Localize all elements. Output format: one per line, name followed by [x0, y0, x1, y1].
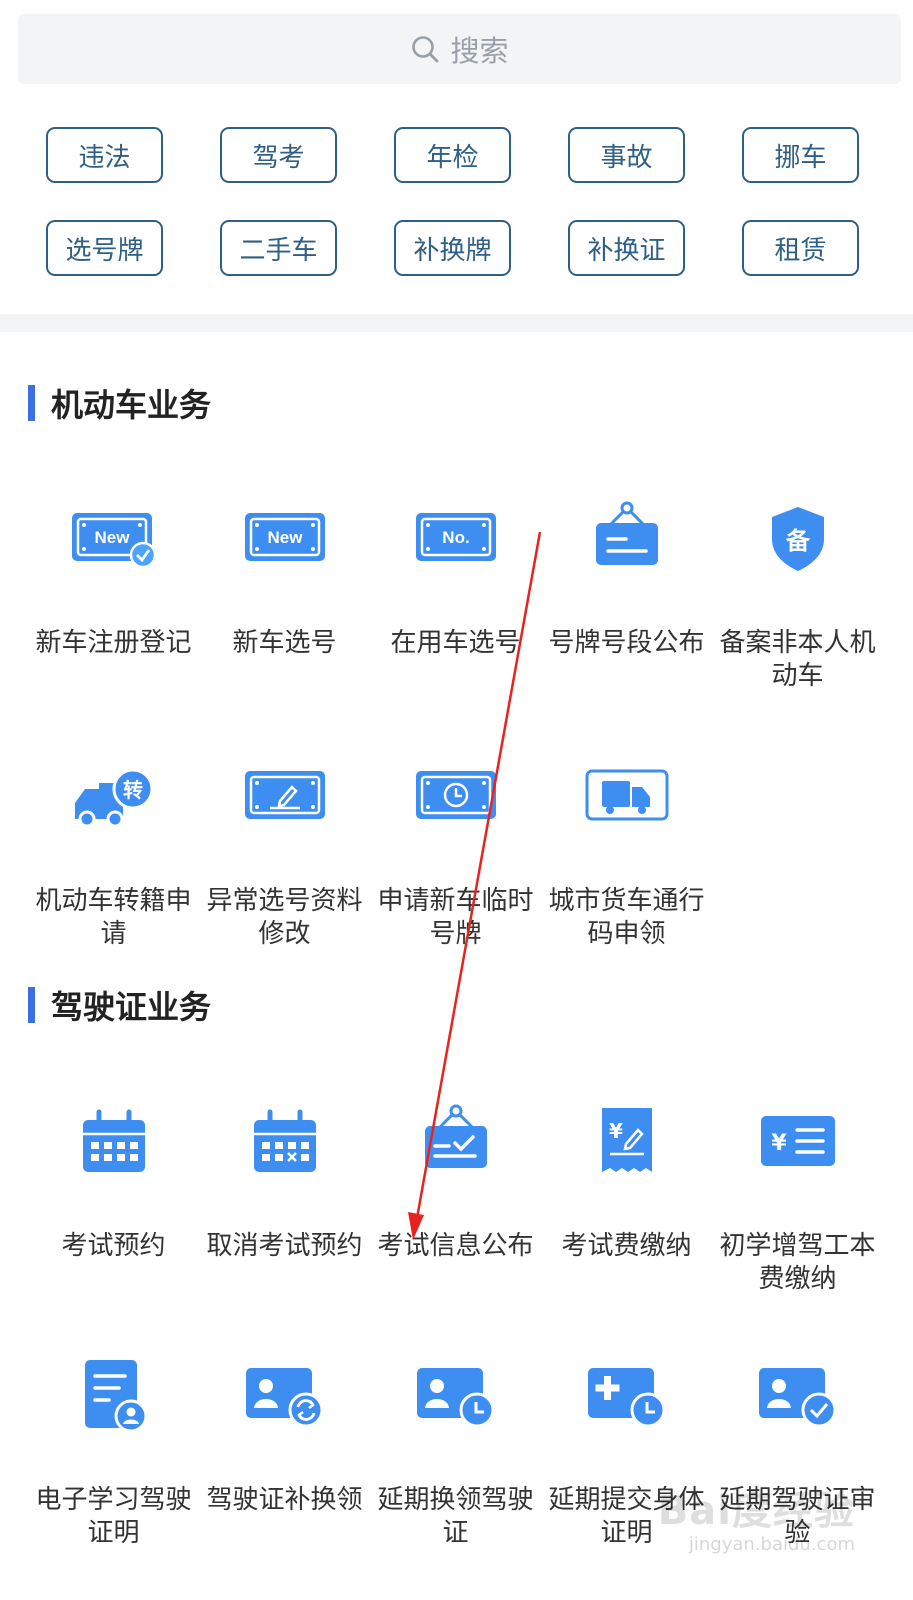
board-check-icon [411, 1098, 501, 1188]
service-exam-info-publish[interactable]: 考试信息公布 [370, 1098, 541, 1296]
watermark-logo: Bai度经验 [657, 1488, 855, 1534]
service-vehicle-transfer[interactable]: 转 机动车转籍申请 [28, 753, 199, 951]
service-label: 考试费缴纳 [561, 1231, 692, 1261]
service-label: 考试预约 [61, 1231, 166, 1261]
quick-tag-zulin[interactable]: 租赁 [742, 220, 859, 276]
baidu-watermark: Bai度经验 jingyan.baidu.com [658, 1478, 855, 1555]
service-label: 异常选号资料修改 [206, 886, 363, 949]
service-label: 备案非本人机动车 [719, 628, 876, 691]
watermark-url: jingyan.baidu.com [688, 1534, 855, 1555]
service-used-car-number[interactable]: No. 在用车选号 [370, 495, 541, 693]
section-divider [0, 314, 913, 332]
svg-text:New: New [94, 528, 130, 547]
service-label: 延期换领驾驶证 [377, 1485, 534, 1548]
quick-tag-shigu[interactable]: 事故 [568, 127, 685, 183]
section-title-text: 驾驶证业务 [51, 988, 212, 1026]
section-title-license: 驾驶证业务 [28, 986, 211, 1026]
hanging-board-icon [582, 495, 672, 585]
service-label: 驾驶证补换领 [206, 1485, 363, 1515]
shield-record-icon: 备 [753, 495, 843, 585]
plate-clock-icon [411, 753, 501, 843]
service-register-nonowner-vehicle[interactable]: 备 备案非本人机动车 [712, 495, 883, 693]
service-label: 机动车转籍申请 [35, 886, 192, 949]
service-license-renewal-delay[interactable]: 延期换领驾驶证 [370, 1352, 541, 1550]
quick-tag-weifa[interactable]: 违法 [46, 127, 163, 183]
service-label: 考试信息公布 [377, 1231, 534, 1261]
search-icon [412, 36, 439, 63]
service-label: 在用车选号 [390, 628, 521, 658]
service-license-reissue[interactable]: 驾驶证补换领 [199, 1352, 370, 1550]
plate-edit-icon [240, 753, 330, 843]
service-label: 新车注册登记 [35, 628, 192, 658]
search-placeholder: 搜索 [450, 34, 509, 68]
service-exam-cancel[interactable]: 取消考试预约 [199, 1098, 370, 1296]
svg-text:New: New [267, 528, 303, 547]
svg-text:¥: ¥ [771, 1131, 787, 1156]
service-label: 城市货车通行码申领 [548, 886, 705, 949]
title-accent-bar [28, 987, 35, 1023]
calendar-icon [69, 1098, 159, 1188]
quick-tag-buhuanzheng[interactable]: 补换证 [568, 220, 685, 276]
license-swap-icon [240, 1352, 330, 1442]
calendar-cancel-icon [240, 1098, 330, 1188]
quick-tag-grid: 违法 驾考 年检 事故 挪车 选号牌 二手车 补换牌 补换证 租赁 [46, 127, 859, 276]
service-exam-fee-payment[interactable]: ¥ 考试费缴纳 [541, 1098, 712, 1296]
service-truck-pass-code[interactable]: 城市货车通行码申领 [541, 753, 712, 951]
service-exam-booking[interactable]: 考试预约 [28, 1098, 199, 1296]
fee-list-icon: ¥ [753, 1098, 843, 1188]
quick-tag-nianjian[interactable]: 年检 [394, 127, 511, 183]
section-title-vehicle: 机动车业务 [28, 384, 211, 424]
new-plate-check-icon: New [69, 495, 159, 585]
section-title-text: 机动车业务 [51, 386, 212, 424]
service-new-car-register[interactable]: New 新车注册登记 [28, 495, 199, 693]
service-learner-fee-payment[interactable]: ¥ 初学增驾工本费缴纳 [712, 1098, 883, 1296]
new-plate-icon: New [240, 495, 330, 585]
svg-text:No.: No. [442, 528, 469, 547]
service-abnormal-number-edit[interactable]: 异常选号资料修改 [199, 753, 370, 951]
service-new-car-number[interactable]: New 新车选号 [199, 495, 370, 693]
quick-tag-nuoche[interactable]: 挪车 [742, 127, 859, 183]
service-label: 号牌号段公布 [548, 628, 705, 658]
service-electronic-study-proof[interactable]: 电子学习驾驶证明 [28, 1352, 199, 1550]
service-label: 申请新车临时号牌 [377, 886, 534, 949]
document-user-icon [69, 1352, 159, 1442]
service-label: 取消考试预约 [206, 1231, 363, 1261]
service-label: 初学增驾工本费缴纳 [719, 1231, 876, 1294]
vehicle-service-grid: New 新车注册登记 New 新车选号 No. 在用车选号 号牌号段公布 备 备… [28, 495, 896, 951]
truck-pass-icon [582, 753, 672, 843]
fee-receipt-icon: ¥ [582, 1098, 672, 1188]
number-plate-icon: No. [411, 495, 501, 585]
svg-text:¥: ¥ [609, 1119, 623, 1143]
svg-text:备: 备 [785, 527, 811, 555]
service-plate-range-publish[interactable]: 号牌号段公布 [541, 495, 712, 693]
quick-tag-xuanhaopai[interactable]: 选号牌 [46, 220, 163, 276]
service-temp-plate-apply[interactable]: 申请新车临时号牌 [370, 753, 541, 951]
quick-tag-jiakao[interactable]: 驾考 [220, 127, 337, 183]
license-check-icon [753, 1352, 843, 1442]
title-accent-bar [28, 385, 35, 421]
search-bar[interactable]: 搜索 [18, 14, 901, 84]
license-clock-icon [411, 1352, 501, 1442]
quick-tag-ershouche[interactable]: 二手车 [220, 220, 337, 276]
svg-text:转: 转 [123, 778, 143, 802]
quick-tag-buhuanpai[interactable]: 补换牌 [394, 220, 511, 276]
service-label: 新车选号 [232, 628, 337, 658]
service-label: 电子学习驾驶证明 [35, 1485, 192, 1548]
transfer-truck-icon: 转 [69, 753, 159, 843]
medical-clock-icon [582, 1352, 672, 1442]
